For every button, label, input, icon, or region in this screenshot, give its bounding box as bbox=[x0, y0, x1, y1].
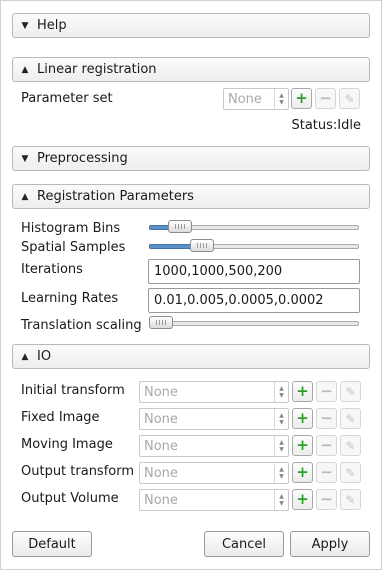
minus-icon: − bbox=[320, 436, 333, 454]
add-output-volume-button[interactable]: + bbox=[292, 489, 313, 510]
output-volume-combobox[interactable]: None ▲ ▼ bbox=[139, 489, 289, 511]
spatial-samples-label: Spatial Samples bbox=[21, 240, 126, 255]
remove-parameter-set-button[interactable]: − bbox=[315, 88, 336, 109]
pencil-icon: ✎ bbox=[345, 492, 356, 507]
remove-output-volume-button[interactable]: − bbox=[316, 489, 337, 510]
status-indicator: Status:Idle bbox=[291, 118, 361, 133]
section-title: Registration Parameters bbox=[37, 189, 194, 204]
add-initial-transform-button[interactable]: + bbox=[292, 381, 313, 402]
section-io-header[interactable]: ▲ IO bbox=[12, 344, 370, 369]
combobox-value: None bbox=[144, 384, 178, 400]
edit-moving-image-button[interactable]: ✎ bbox=[340, 435, 361, 456]
combobox-value: None bbox=[144, 411, 178, 427]
slider-handle[interactable] bbox=[168, 220, 192, 233]
add-moving-image-button[interactable]: + bbox=[292, 435, 313, 456]
combobox-value: None bbox=[144, 438, 178, 454]
parameter-set-combobox[interactable]: None ▲ ▼ bbox=[223, 88, 289, 110]
plus-icon: + bbox=[296, 490, 309, 508]
status-value: Idle bbox=[337, 118, 361, 133]
edit-initial-transform-button[interactable]: ✎ bbox=[340, 381, 361, 402]
remove-output-transform-button[interactable]: − bbox=[316, 462, 337, 483]
remove-moving-image-button[interactable]: − bbox=[316, 435, 337, 456]
add-parameter-set-button[interactable]: + bbox=[291, 88, 312, 109]
spin-arrows-icon: ▲ ▼ bbox=[274, 490, 288, 510]
section-title: Preprocessing bbox=[37, 151, 128, 166]
moving-image-label: Moving Image bbox=[21, 437, 113, 452]
iterations-input[interactable]: 1000,1000,500,200 bbox=[148, 259, 360, 284]
combobox-value: None bbox=[228, 91, 262, 107]
minus-icon: − bbox=[320, 463, 333, 481]
initial-transform-combobox[interactable]: None ▲ ▼ bbox=[139, 381, 289, 403]
translation-scaling-label: Translation scaling bbox=[21, 318, 142, 333]
edit-fixed-image-button[interactable]: ✎ bbox=[340, 408, 361, 429]
histogram-bins-slider[interactable] bbox=[149, 220, 359, 234]
section-preprocessing-header[interactable]: ▼ Preprocessing bbox=[12, 146, 370, 171]
minus-icon: − bbox=[320, 409, 333, 427]
fixed-image-label: Fixed Image bbox=[21, 410, 100, 425]
pencil-icon: ✎ bbox=[345, 384, 356, 399]
pencil-icon: ✎ bbox=[344, 91, 355, 106]
parameter-set-label: Parameter set bbox=[21, 91, 113, 106]
learning-rates-label: Learning Rates bbox=[21, 291, 119, 306]
edit-parameter-set-button[interactable]: ✎ bbox=[339, 88, 360, 109]
section-title: Linear registration bbox=[37, 62, 157, 77]
combobox-value: None bbox=[144, 465, 178, 481]
minus-icon: − bbox=[320, 382, 333, 400]
plus-icon: + bbox=[296, 409, 309, 427]
minus-icon: − bbox=[320, 490, 333, 508]
edit-output-volume-button[interactable]: ✎ bbox=[340, 489, 361, 510]
learning-rates-input[interactable]: 0.01,0.005,0.0005,0.0002 bbox=[148, 288, 360, 313]
spin-arrows-icon: ▲ ▼ bbox=[274, 463, 288, 483]
pencil-icon: ✎ bbox=[345, 465, 356, 480]
collapsed-triangle-icon: ▼ bbox=[21, 153, 29, 164]
translation-scaling-slider[interactable] bbox=[149, 316, 359, 330]
output-transform-combobox[interactable]: None ▲ ▼ bbox=[139, 462, 289, 484]
initial-transform-label: Initial transform bbox=[21, 383, 125, 398]
window-frame bbox=[0, 0, 382, 570]
moving-image-combobox[interactable]: None ▲ ▼ bbox=[139, 435, 289, 457]
default-button[interactable]: Default bbox=[12, 531, 92, 557]
plus-icon: + bbox=[296, 463, 309, 481]
expanded-triangle-icon: ▲ bbox=[21, 351, 29, 362]
spin-arrows-icon: ▲ ▼ bbox=[274, 382, 288, 402]
remove-initial-transform-button[interactable]: − bbox=[316, 381, 337, 402]
section-title: Help bbox=[37, 18, 67, 33]
edit-output-transform-button[interactable]: ✎ bbox=[340, 462, 361, 483]
fixed-image-combobox[interactable]: None ▲ ▼ bbox=[139, 408, 289, 430]
collapsed-triangle-icon: ▼ bbox=[21, 20, 29, 31]
pencil-icon: ✎ bbox=[345, 438, 356, 453]
plus-icon: + bbox=[295, 89, 308, 107]
output-transform-label: Output transform bbox=[21, 464, 135, 479]
section-registration-parameters-header[interactable]: ▲ Registration Parameters bbox=[12, 184, 370, 209]
histogram-bins-label: Histogram Bins bbox=[21, 221, 121, 236]
status-label: Status: bbox=[291, 118, 338, 133]
plus-icon: + bbox=[296, 436, 309, 454]
iterations-label: Iterations bbox=[21, 262, 83, 277]
spin-arrows-icon: ▲ ▼ bbox=[274, 409, 288, 429]
spin-arrows-icon: ▲ ▼ bbox=[274, 436, 288, 456]
section-title: IO bbox=[37, 349, 52, 364]
section-help-header[interactable]: ▼ Help bbox=[12, 13, 370, 38]
apply-button[interactable]: Apply bbox=[290, 531, 370, 557]
output-volume-label: Output Volume bbox=[21, 491, 119, 506]
expanded-triangle-icon: ▲ bbox=[21, 191, 29, 202]
pencil-icon: ✎ bbox=[345, 411, 356, 426]
expanded-triangle-icon: ▲ bbox=[21, 64, 29, 75]
combobox-value: None bbox=[144, 492, 178, 508]
cancel-button[interactable]: Cancel bbox=[204, 531, 284, 557]
plus-icon: + bbox=[296, 382, 309, 400]
slider-handle[interactable] bbox=[149, 316, 173, 329]
remove-fixed-image-button[interactable]: − bbox=[316, 408, 337, 429]
add-output-transform-button[interactable]: + bbox=[292, 462, 313, 483]
add-fixed-image-button[interactable]: + bbox=[292, 408, 313, 429]
slider-track bbox=[149, 321, 359, 326]
spin-arrows-icon: ▲ ▼ bbox=[274, 89, 288, 109]
section-linear-registration-header[interactable]: ▲ Linear registration bbox=[12, 57, 370, 82]
slider-handle[interactable] bbox=[190, 239, 214, 252]
spatial-samples-slider[interactable] bbox=[149, 239, 359, 253]
minus-icon: − bbox=[319, 89, 332, 107]
